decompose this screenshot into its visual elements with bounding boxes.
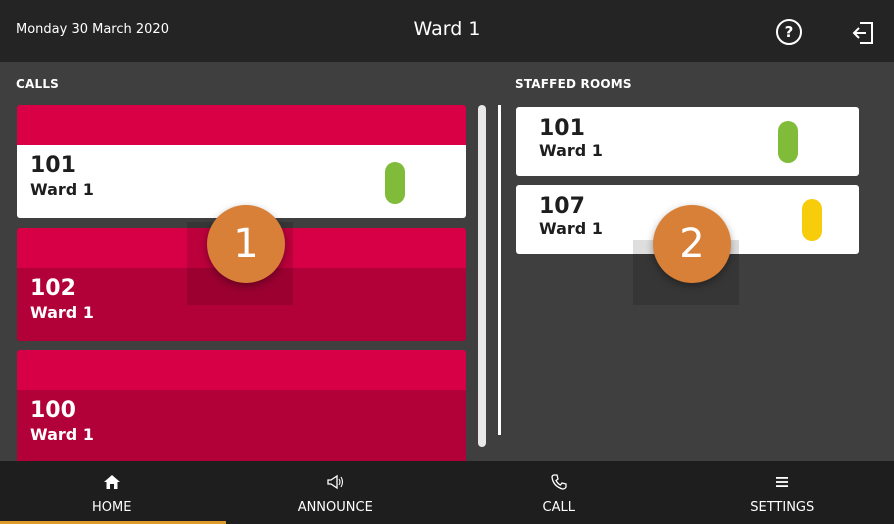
call-room-number: 100: [30, 398, 76, 423]
help-button[interactable]: ?: [776, 19, 802, 45]
home-icon: [103, 473, 121, 491]
staffed-status-indicator: [802, 199, 822, 241]
nav-settings-label: SETTINGS: [750, 500, 815, 515]
nav-call-label: CALL: [542, 500, 575, 515]
call-card-101[interactable]: 101 Ward 1: [17, 105, 466, 218]
call-status-indicator: [385, 162, 405, 204]
page-title: Ward 1: [413, 18, 481, 40]
logout-icon: [852, 22, 873, 44]
call-card-100[interactable]: 100 Ward 1: [17, 350, 466, 461]
staffed-rooms-section-label: STAFFED ROOMS: [515, 77, 632, 91]
question-circle-icon: ?: [784, 23, 794, 41]
megaphone-icon: [326, 473, 344, 491]
nav-home[interactable]: HOME: [0, 461, 226, 524]
call-alert-strip: [17, 105, 466, 145]
nav-settings[interactable]: SETTINGS: [671, 461, 894, 524]
phone-icon: [550, 473, 568, 491]
call-alert-strip: [17, 350, 466, 390]
menu-icon: [773, 473, 791, 491]
call-ward-name: Ward 1: [30, 425, 94, 444]
calls-section-label: CALLS: [16, 77, 60, 91]
call-card-body: 100 Ward 1: [17, 390, 466, 461]
nav-announce[interactable]: ANNOUNCE: [224, 461, 448, 524]
annotation-badge-1: 1: [207, 205, 285, 283]
nav-call[interactable]: CALL: [447, 461, 671, 524]
logout-button[interactable]: [850, 20, 876, 46]
top-bar: Monday 30 March 2020 Ward 1 ?: [0, 0, 894, 62]
staffed-status-indicator: [778, 121, 798, 163]
bottom-navigation: HOME ANNOUNCE CALL SETTINGS: [0, 461, 894, 524]
calls-scrollbar[interactable]: [478, 105, 486, 447]
column-divider: [498, 105, 501, 435]
nav-home-label: HOME: [92, 500, 132, 515]
staffed-room-card-101[interactable]: 101 Ward 1: [516, 107, 859, 176]
nav-announce-label: ANNOUNCE: [297, 500, 373, 515]
annotation-badge-2: 2: [653, 205, 731, 283]
call-ward-name: Ward 1: [30, 303, 94, 322]
